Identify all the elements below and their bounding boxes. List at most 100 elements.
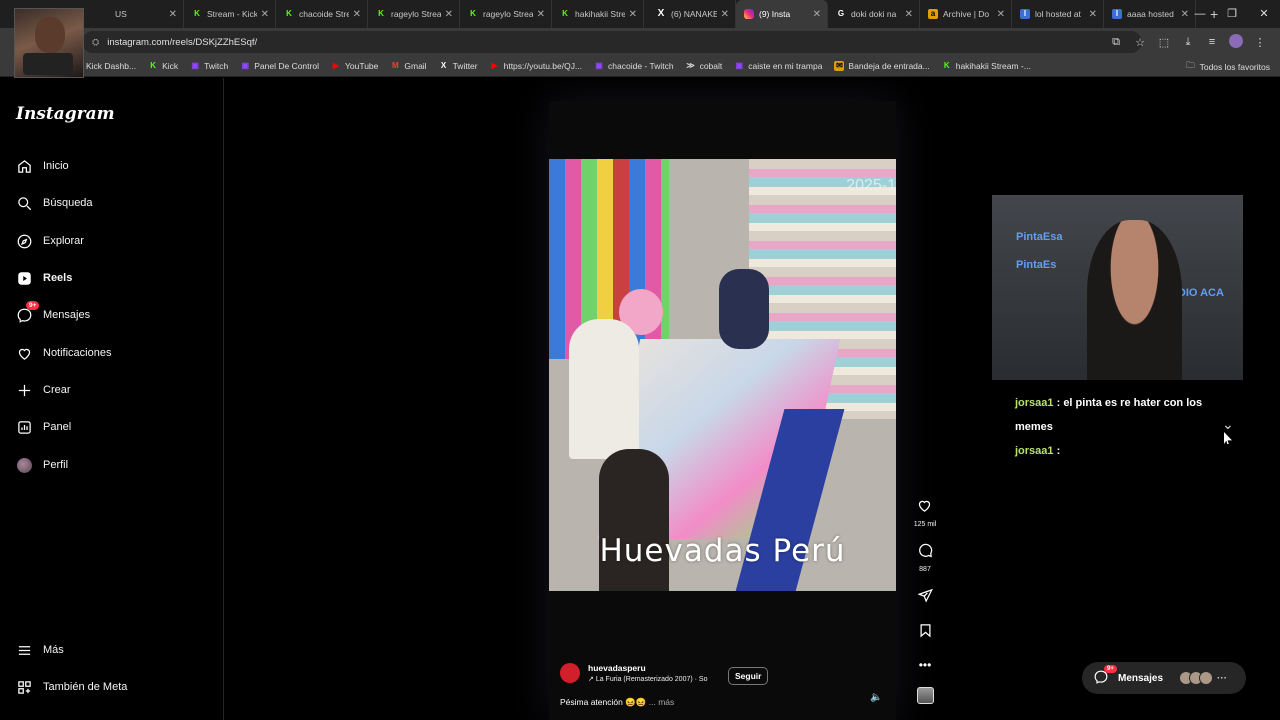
comment-action[interactable]: 887 (918, 543, 933, 573)
video-shopkeeper (719, 269, 769, 349)
music-arrow-icon: ↗ (588, 676, 596, 683)
close-tab-icon[interactable]: ✕ (997, 9, 1005, 20)
sidebar-item-perfil[interactable]: Perfil (16, 457, 68, 473)
kick-icon: K (194, 9, 200, 18)
author-username[interactable]: huevadasperu (588, 663, 707, 673)
install-app-icon[interactable]: ⧉ (1104, 36, 1128, 49)
sidebar-item-panel[interactable]: Panel (16, 419, 71, 435)
bookmark-kick-dashboard[interactable]: Kick Dashb... (86, 61, 136, 71)
share-action[interactable] (916, 588, 933, 608)
browser-tab[interactable]: X (6) NANAKE ✕ (644, 0, 736, 28)
sidebar-item-reels[interactable]: Reels (16, 270, 72, 286)
sidebar-item-busqueda[interactable]: Búsqueda (16, 195, 93, 211)
share-icon[interactable] (916, 588, 933, 608)
browser-tab[interactable]: US ✕ (92, 0, 184, 28)
author-avatar[interactable] (560, 663, 580, 683)
bookmark-hakihakii[interactable]: Khakihakii Stream -... (942, 61, 1031, 71)
bookmark-icon[interactable] (918, 623, 933, 643)
heart-icon (16, 345, 32, 361)
browser-tab[interactable]: K Stream - Kick ✕ (184, 0, 276, 28)
extensions-icon[interactable]: ⬚ (1152, 36, 1176, 49)
like-action[interactable]: 125 mil (914, 498, 936, 528)
bookmark-twitch[interactable]: ▣ Twitch (190, 61, 228, 71)
reel-video[interactable]: 2025-1 Huevadas Perú (549, 159, 896, 591)
audio-action[interactable] (916, 687, 934, 704)
bookmark-cobalt[interactable]: ≫ cobalt (686, 61, 722, 71)
caption-more-link[interactable]: ... más (649, 697, 675, 707)
lol-icon: l (1020, 9, 1030, 19)
kebab-menu-icon[interactable]: ⋮ (1248, 36, 1272, 49)
audio-thumbnail[interactable] (916, 687, 934, 704)
sidebar-item-crear[interactable]: Crear (16, 382, 71, 398)
browser-tab[interactable]: a Archive | Do ✕ (920, 0, 1012, 28)
all-favorites[interactable]: 🗀 Todos los favoritos (1186, 56, 1270, 77)
comment-icon[interactable] (918, 543, 933, 563)
instagram-logo[interactable]: Instagram (16, 104, 115, 124)
close-tab-icon[interactable]: ✕ (721, 9, 729, 20)
browser-tab[interactable]: Krageylo Stream✕ (368, 0, 460, 28)
browser-tab[interactable]: Khakihakii Stream✕ (552, 0, 644, 28)
kick-icon: K (378, 9, 384, 18)
address-bar-row: ⛭ instagram.com/reels/DSKjZZhESqf/ ⧉ ☆ ⬚… (0, 28, 1280, 56)
close-tab-icon[interactable]: ✕ (813, 9, 821, 20)
volume-icon[interactable]: 🔈 (870, 692, 882, 703)
close-tab-icon[interactable]: ✕ (629, 9, 637, 20)
browser-tab-active[interactable]: (9) Insta ✕ (736, 0, 828, 28)
browser-tab[interactable]: Gdoki doki na ✕ (828, 0, 920, 28)
save-action[interactable] (918, 623, 933, 643)
minimize-icon[interactable]: — (1184, 0, 1216, 28)
webcam-overlay (14, 8, 84, 78)
song-info[interactable]: ↗ La Furia (Remasterizado 2007) · So (588, 675, 707, 683)
streamer-camera (1087, 220, 1182, 380)
heart-icon[interactable] (917, 498, 932, 518)
close-window-icon[interactable]: ✕ (1248, 0, 1280, 28)
bookmark-panel-de-control[interactable]: ▣ Panel De Control (240, 61, 319, 71)
site-info-icon[interactable]: ⛭ (92, 37, 99, 48)
maximize-icon[interactable]: ❐ (1216, 0, 1248, 28)
kick-icon: K (150, 61, 156, 70)
close-tab-icon[interactable]: ✕ (169, 9, 177, 20)
download-icon[interactable]: ⤓ (1176, 36, 1200, 49)
close-tab-icon[interactable]: ✕ (537, 9, 545, 20)
bookmark-caiste[interactable]: ▣ caiste en mi trampa (734, 61, 822, 71)
window-controls: — ❐ ✕ (1184, 0, 1280, 28)
url-text: instagram.com/reels/DSKjZZhESqf/ (107, 36, 258, 48)
video-child (599, 449, 669, 591)
reel-container: 2025-1 Huevadas Perú (549, 101, 896, 720)
bookmark-twitter[interactable]: X Twitter (439, 61, 478, 71)
lol-icon: l (1112, 9, 1122, 19)
star-bookmark-icon[interactable]: ☆ (1128, 36, 1152, 49)
browser-tab[interactable]: Kchacoide Stream✕ (276, 0, 368, 28)
twitch-icon: ▣ (595, 61, 603, 70)
bookmark-bandeja[interactable]: ✉ Bandeja de entrada... (834, 61, 930, 71)
more-action[interactable]: ••• (919, 658, 932, 672)
chevron-down-icon[interactable]: ⌄ (1222, 416, 1234, 433)
browser-tab[interactable]: l aaaa hosted ✕ (1104, 0, 1196, 28)
close-tab-icon[interactable]: ✕ (353, 9, 361, 20)
profile-avatar-icon[interactable] (1224, 33, 1248, 51)
media-control-icon[interactable]: ≡ (1200, 36, 1224, 48)
search-icon (16, 195, 32, 211)
close-tab-icon[interactable]: ✕ (1089, 9, 1097, 20)
bookmark-kick[interactable]: K Kick (148, 61, 178, 71)
bookmark-chacoide-twitch[interactable]: ▣ chacoide - Twitch (594, 61, 673, 71)
more-dots-icon[interactable]: ••• (919, 658, 932, 672)
bookmark-youtube[interactable]: ▶ YouTube (331, 61, 378, 71)
close-tab-icon[interactable]: ✕ (445, 9, 453, 20)
sidebar-item-mas[interactable]: Más (16, 642, 64, 658)
browser-tab[interactable]: Krageylo Stream✕ (460, 0, 552, 28)
sidebar-item-inicio[interactable]: Inicio (16, 158, 69, 174)
bookmark-gmail[interactable]: M Gmail (390, 61, 427, 71)
messages-pill-badge: 9+ (1104, 665, 1117, 673)
browser-tab[interactable]: l lol hosted at ✕ (1012, 0, 1104, 28)
bookmark-youtube-link[interactable]: ▶ https://youtu.be/QJ... (490, 61, 583, 71)
sidebar-item-tambien-de-meta[interactable]: También de Meta (16, 679, 127, 695)
messages-pill[interactable]: 9+ Mensajes ··· (1082, 662, 1246, 694)
sidebar-item-mensajes[interactable]: 9+ Mensajes (16, 301, 90, 323)
url-field[interactable]: ⛭ instagram.com/reels/DSKjZZhESqf/ (82, 31, 1142, 53)
sidebar-item-notificaciones[interactable]: Notificaciones (16, 345, 111, 361)
close-tab-icon[interactable]: ✕ (261, 9, 269, 20)
sidebar-item-explorar[interactable]: Explorar (16, 233, 84, 249)
follow-button[interactable]: Seguir (728, 667, 769, 685)
close-tab-icon[interactable]: ✕ (905, 9, 913, 20)
